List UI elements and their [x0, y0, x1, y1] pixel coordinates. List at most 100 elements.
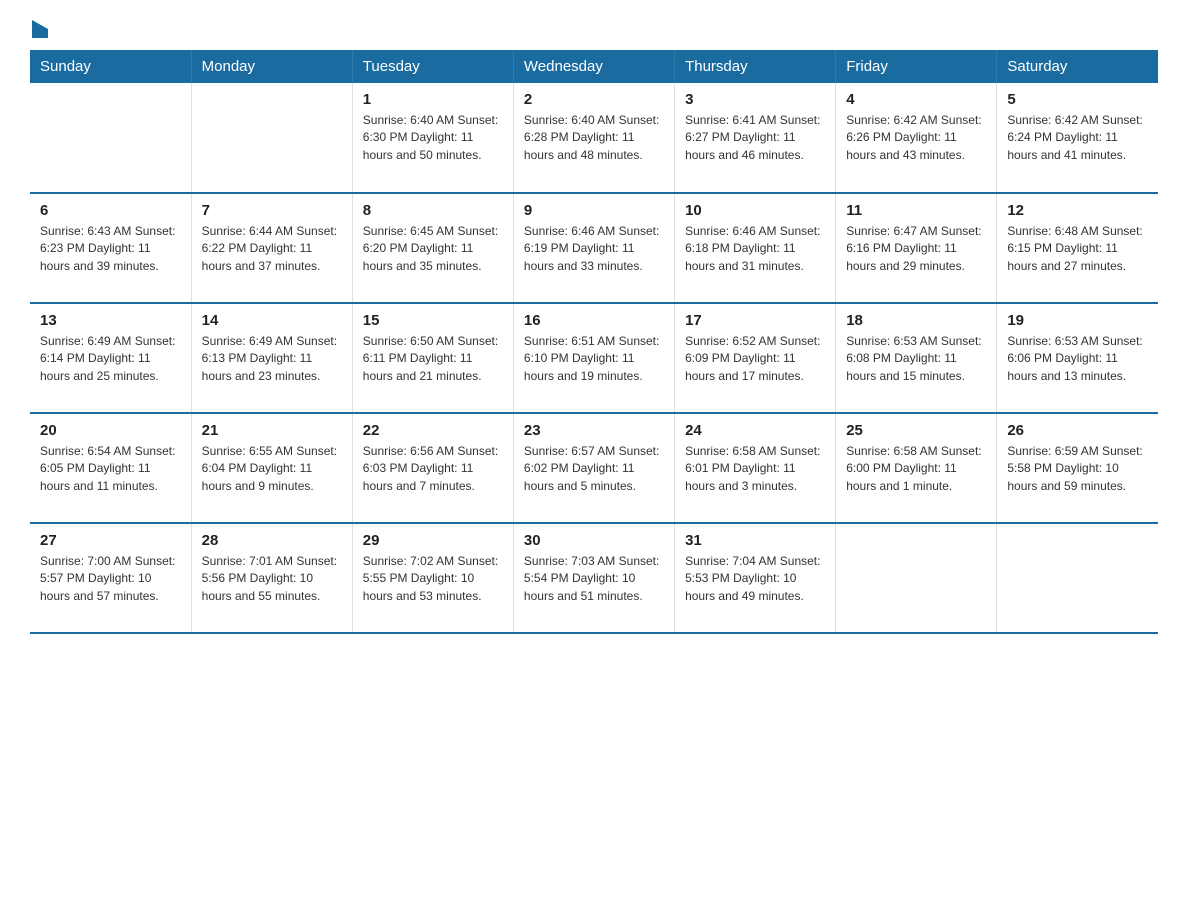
calendar-cell: 18 Sunrise: 6:53 AM Sunset: 6:08 PM Dayli…	[836, 303, 997, 413]
calendar-cell: 25Sunrise: 6:58 AM Sunset: 6:00 PM Dayli…	[836, 413, 997, 523]
day-number: 19	[1007, 312, 1148, 329]
day-info: Sunrise: 6:46 AM Sunset: 6:18 PM Dayligh…	[685, 223, 825, 275]
day-info: Sunrise: 6:53 AM Sunset: 6:06 PM Dayligh…	[1007, 333, 1148, 385]
calendar-week-row: 27 Sunrise: 7:00 AM Sunset: 5:57 PM Dayli…	[30, 523, 1158, 633]
day-info: Sunrise: 6:46 AM Sunset: 6:19 PM Dayligh…	[524, 223, 664, 275]
calendar-cell: 16 Sunrise: 6:51 AM Sunset: 6:10 PM Dayli…	[513, 303, 674, 413]
day-number: 2	[524, 91, 664, 108]
day-of-week-header: Friday	[836, 50, 997, 83]
day-number: 4	[846, 91, 986, 108]
day-number: 24	[685, 422, 825, 439]
calendar-cell: 15Sunrise: 6:50 AM Sunset: 6:11 PM Dayli…	[352, 303, 513, 413]
day-info: Sunrise: 6:43 AM Sunset: 6:23 PM Dayligh…	[40, 223, 181, 275]
calendar-cell: 19 Sunrise: 6:53 AM Sunset: 6:06 PM Dayli…	[997, 303, 1158, 413]
calendar-cell: 11Sunrise: 6:47 AM Sunset: 6:16 PM Dayli…	[836, 193, 997, 303]
day-info: Sunrise: 6:50 AM Sunset: 6:11 PM Dayligh…	[363, 333, 503, 385]
calendar-cell: 6 Sunrise: 6:43 AM Sunset: 6:23 PM Daylig…	[30, 193, 191, 303]
day-info: Sunrise: 6:41 AM Sunset: 6:27 PM Dayligh…	[685, 112, 825, 164]
day-of-week-header: Monday	[191, 50, 352, 83]
calendar-cell: 5 Sunrise: 6:42 AM Sunset: 6:24 PM Daylig…	[997, 83, 1158, 193]
calendar-cell: 28 Sunrise: 7:01 AM Sunset: 5:56 PM Dayli…	[191, 523, 352, 633]
day-of-week-header: Wednesday	[513, 50, 674, 83]
day-number: 28	[202, 532, 342, 549]
day-of-week-header: Thursday	[675, 50, 836, 83]
day-number: 17	[685, 312, 825, 329]
logo-blue-block	[31, 20, 48, 32]
calendar-cell: 22 Sunrise: 6:56 AM Sunset: 6:03 PM Dayli…	[352, 413, 513, 523]
calendar-cell: 3 Sunrise: 6:41 AM Sunset: 6:27 PM Daylig…	[675, 83, 836, 193]
header	[30, 20, 1158, 32]
day-number: 12	[1007, 202, 1148, 219]
calendar-week-row: 20 Sunrise: 6:54 AM Sunset: 6:05 PM Dayli…	[30, 413, 1158, 523]
day-number: 10	[685, 202, 825, 219]
day-number: 11	[846, 202, 986, 219]
day-info: Sunrise: 6:42 AM Sunset: 6:26 PM Dayligh…	[846, 112, 986, 164]
calendar-cell	[191, 83, 352, 193]
day-of-week-header: Tuesday	[352, 50, 513, 83]
day-info: Sunrise: 6:54 AM Sunset: 6:05 PM Dayligh…	[40, 443, 181, 495]
day-number: 5	[1007, 91, 1148, 108]
calendar-cell: 14 Sunrise: 6:49 AM Sunset: 6:13 PM Dayli…	[191, 303, 352, 413]
calendar-cell	[30, 83, 191, 193]
calendar-cell: 20 Sunrise: 6:54 AM Sunset: 6:05 PM Dayli…	[30, 413, 191, 523]
calendar-cell: 4 Sunrise: 6:42 AM Sunset: 6:26 PM Daylig…	[836, 83, 997, 193]
day-number: 14	[202, 312, 342, 329]
day-number: 22	[363, 422, 503, 439]
day-number: 20	[40, 422, 181, 439]
day-info: Sunrise: 6:40 AM Sunset: 6:30 PM Dayligh…	[363, 112, 503, 164]
day-number: 23	[524, 422, 664, 439]
calendar-cell: 13Sunrise: 6:49 AM Sunset: 6:14 PM Dayli…	[30, 303, 191, 413]
calendar-cell: 1 Sunrise: 6:40 AM Sunset: 6:30 PM Daylig…	[352, 83, 513, 193]
logo-triangle-icon	[32, 20, 48, 38]
day-info: Sunrise: 7:04 AM Sunset: 5:53 PM Dayligh…	[685, 553, 825, 605]
day-info: Sunrise: 6:56 AM Sunset: 6:03 PM Dayligh…	[363, 443, 503, 495]
day-number: 30	[524, 532, 664, 549]
calendar-cell: 10 Sunrise: 6:46 AM Sunset: 6:18 PM Dayli…	[675, 193, 836, 303]
day-info: Sunrise: 7:01 AM Sunset: 5:56 PM Dayligh…	[202, 553, 342, 605]
day-number: 26	[1007, 422, 1148, 439]
calendar-cell: 21Sunrise: 6:55 AM Sunset: 6:04 PM Dayli…	[191, 413, 352, 523]
day-info: Sunrise: 6:49 AM Sunset: 6:13 PM Dayligh…	[202, 333, 342, 385]
calendar-cell: 29 Sunrise: 7:02 AM Sunset: 5:55 PM Dayli…	[352, 523, 513, 633]
day-info: Sunrise: 7:02 AM Sunset: 5:55 PM Dayligh…	[363, 553, 503, 605]
day-number: 16	[524, 312, 664, 329]
day-info: Sunrise: 6:42 AM Sunset: 6:24 PM Dayligh…	[1007, 112, 1148, 164]
day-number: 6	[40, 202, 181, 219]
day-info: Sunrise: 7:03 AM Sunset: 5:54 PM Dayligh…	[524, 553, 664, 605]
calendar-cell: 7Sunrise: 6:44 AM Sunset: 6:22 PM Daylig…	[191, 193, 352, 303]
day-number: 3	[685, 91, 825, 108]
calendar-header: SundayMondayTuesdayWednesdayThursdayFrid…	[30, 50, 1158, 83]
day-number: 8	[363, 202, 503, 219]
day-info: Sunrise: 6:52 AM Sunset: 6:09 PM Dayligh…	[685, 333, 825, 385]
calendar-week-row: 6 Sunrise: 6:43 AM Sunset: 6:23 PM Daylig…	[30, 193, 1158, 303]
day-of-week-header: Sunday	[30, 50, 191, 83]
day-info: Sunrise: 6:45 AM Sunset: 6:20 PM Dayligh…	[363, 223, 503, 275]
calendar-cell: 17 Sunrise: 6:52 AM Sunset: 6:09 PM Dayli…	[675, 303, 836, 413]
day-number: 13	[40, 312, 181, 329]
calendar-cell: 26Sunrise: 6:59 AM Sunset: 5:58 PM Dayli…	[997, 413, 1158, 523]
day-info: Sunrise: 6:58 AM Sunset: 6:01 PM Dayligh…	[685, 443, 825, 495]
calendar-cell: 24 Sunrise: 6:58 AM Sunset: 6:01 PM Dayli…	[675, 413, 836, 523]
calendar-table: SundayMondayTuesdayWednesdayThursdayFrid…	[30, 50, 1158, 634]
calendar-cell: 30 Sunrise: 7:03 AM Sunset: 5:54 PM Dayli…	[513, 523, 674, 633]
day-number: 9	[524, 202, 664, 219]
day-info: Sunrise: 6:53 AM Sunset: 6:08 PM Dayligh…	[846, 333, 986, 385]
day-of-week-header: Saturday	[997, 50, 1158, 83]
calendar-cell	[836, 523, 997, 633]
day-number: 27	[40, 532, 181, 549]
calendar-cell: 9 Sunrise: 6:46 AM Sunset: 6:19 PM Daylig…	[513, 193, 674, 303]
calendar-cell: 23Sunrise: 6:57 AM Sunset: 6:02 PM Dayli…	[513, 413, 674, 523]
day-info: Sunrise: 6:51 AM Sunset: 6:10 PM Dayligh…	[524, 333, 664, 385]
day-info: Sunrise: 7:00 AM Sunset: 5:57 PM Dayligh…	[40, 553, 181, 605]
day-number: 29	[363, 532, 503, 549]
day-info: Sunrise: 6:44 AM Sunset: 6:22 PM Dayligh…	[202, 223, 342, 275]
day-number: 1	[363, 91, 503, 108]
calendar-week-row: 1 Sunrise: 6:40 AM Sunset: 6:30 PM Daylig…	[30, 83, 1158, 193]
calendar-cell: 12Sunrise: 6:48 AM Sunset: 6:15 PM Dayli…	[997, 193, 1158, 303]
calendar-cell: 8 Sunrise: 6:45 AM Sunset: 6:20 PM Daylig…	[352, 193, 513, 303]
calendar-cell: 27 Sunrise: 7:00 AM Sunset: 5:57 PM Dayli…	[30, 523, 191, 633]
day-number: 25	[846, 422, 986, 439]
day-number: 18	[846, 312, 986, 329]
day-info: Sunrise: 6:40 AM Sunset: 6:28 PM Dayligh…	[524, 112, 664, 164]
logo	[30, 20, 48, 32]
